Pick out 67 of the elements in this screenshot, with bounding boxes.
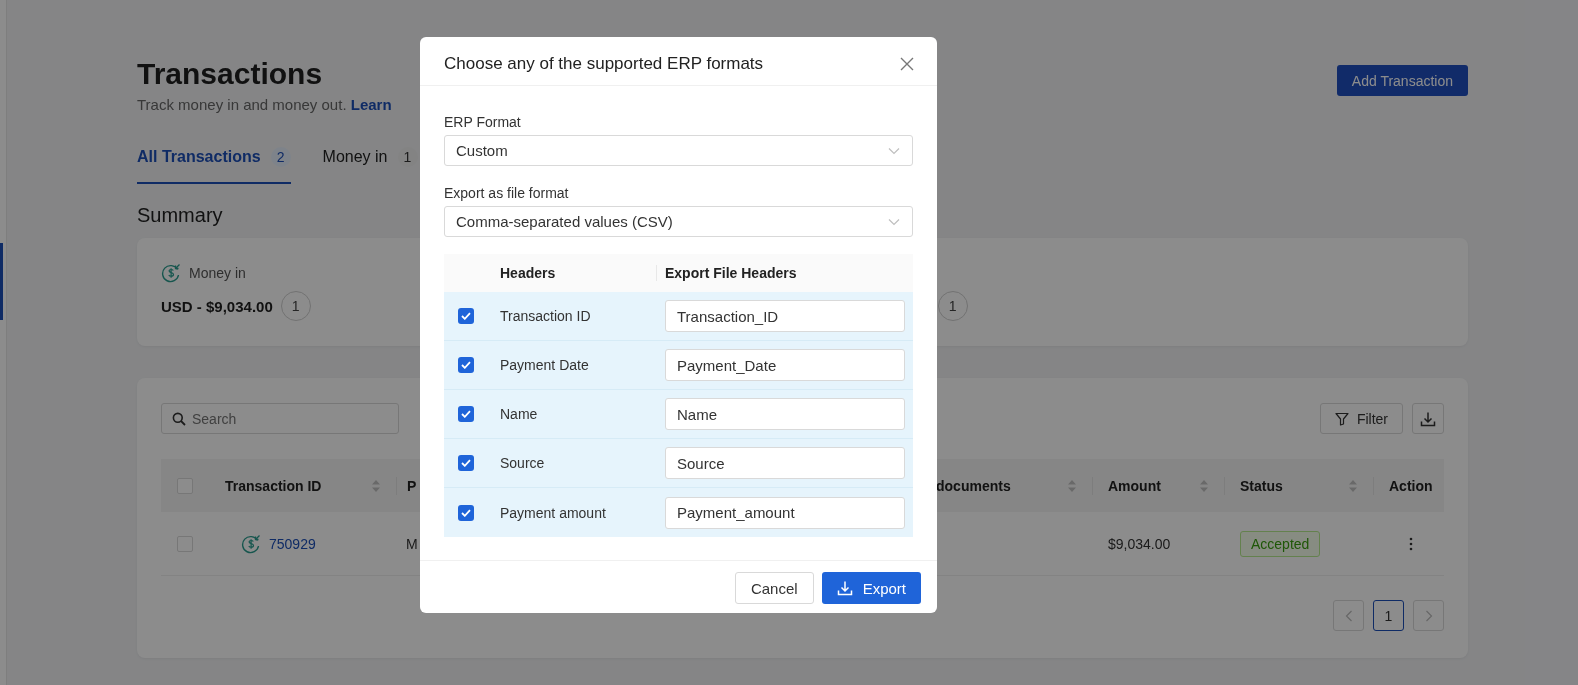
select-field[interactable]: Custom: [444, 135, 913, 166]
check-icon: [461, 361, 471, 369]
dollar-arrow-icon: [241, 533, 261, 554]
table-cell: M: [406, 535, 418, 552]
tab-label: Money in: [322, 147, 388, 167]
check-icon: [461, 312, 471, 320]
checkbox[interactable]: [458, 357, 474, 373]
amount-cell: $9,034.00: [1108, 535, 1171, 552]
subtitle: Track money in and money out. Learn: [137, 95, 392, 115]
add-transaction-button[interactable]: Add Transaction: [1336, 65, 1468, 96]
chevron-down-icon: [888, 217, 900, 226]
search-icon: [172, 412, 186, 426]
header-name: Name: [499, 406, 539, 422]
page-button[interactable]: 1: [1373, 600, 1404, 631]
input-field[interactable]: Transaction_ID: [665, 300, 905, 332]
transaction-link[interactable]: 750929: [269, 535, 316, 552]
filter-icon: [1334, 411, 1349, 426]
tab[interactable]: Money in 1: [322, 143, 418, 184]
download-icon: [1420, 410, 1436, 427]
checkbox[interactable]: [458, 504, 474, 521]
header-name: Source: [499, 455, 546, 471]
chevron-left-icon: [1344, 609, 1353, 622]
column-header: Transaction ID: [225, 477, 322, 494]
field-label: Export as file format: [444, 184, 570, 202]
header-name: Payment Date: [499, 357, 590, 373]
tab[interactable]: All Transactions 2: [137, 143, 291, 184]
select-field[interactable]: Comma-separated values (CSV): [444, 206, 913, 237]
chevron-down-icon: [888, 146, 900, 155]
dialog-title: Choose any of the supported ERP formats: [444, 53, 764, 74]
more-icon: [1409, 536, 1413, 551]
learn-link[interactable]: Learn: [350, 96, 392, 113]
column-header: Headers: [499, 265, 557, 281]
column-header: Amount: [1108, 477, 1161, 494]
dollar-arrow-icon: [161, 263, 181, 283]
check-icon: [461, 410, 471, 418]
export-button[interactable]: Export: [821, 572, 921, 604]
header-name: Payment amount: [499, 504, 607, 521]
input-field[interactable]: Payment_amount: [665, 496, 905, 529]
download-button[interactable]: [1412, 403, 1444, 434]
tab-label: All Transactions: [137, 147, 261, 167]
filter-button[interactable]: Filter: [1319, 403, 1403, 434]
chevron-right-icon: [1424, 609, 1433, 622]
download-icon: [836, 580, 853, 596]
count-badge: 2: [270, 147, 291, 167]
check-icon: [461, 459, 471, 467]
input-field[interactable]: Name: [665, 398, 905, 430]
field-label: ERP Format: [444, 113, 522, 131]
column-header: documents: [936, 477, 1011, 494]
summary-amount: USD - $9,034.00: [161, 297, 273, 315]
section-title: Summary: [137, 204, 223, 226]
check-icon: [461, 508, 471, 517]
checkbox[interactable]: [458, 308, 474, 324]
checkbox[interactable]: [458, 406, 474, 422]
checkbox[interactable]: [458, 455, 474, 471]
column-header: Action: [1389, 477, 1433, 494]
search-field[interactable]: Search: [161, 403, 399, 434]
input-field[interactable]: Source: [665, 447, 905, 479]
column-header: Status: [1240, 477, 1283, 494]
header-name: Transaction ID: [499, 308, 592, 324]
status-tag: Accepted: [1240, 530, 1321, 557]
input-field[interactable]: Payment_Date: [665, 349, 905, 381]
page-title: Transactions: [137, 57, 324, 91]
summary-label: Money in: [189, 264, 246, 283]
cancel-button[interactable]: Cancel: [734, 572, 814, 604]
column-header: P: [407, 477, 417, 494]
column-header: Export File Headers: [656, 265, 913, 281]
close-icon: [900, 56, 914, 71]
